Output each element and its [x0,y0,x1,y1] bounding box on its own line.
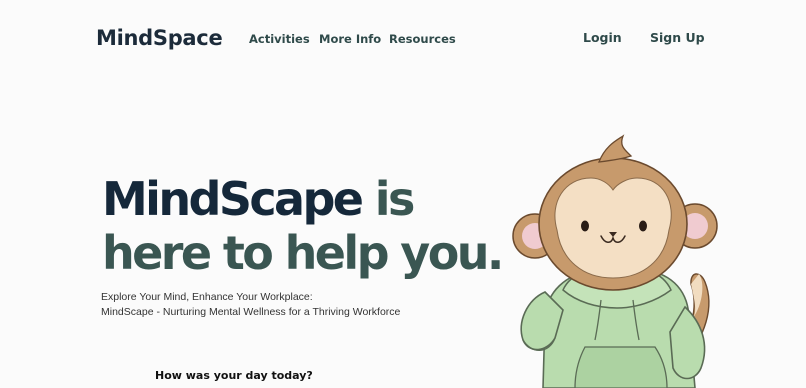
tagline-line1: Explore Your Mind, Enhance Your Workplac… [101,291,313,303]
nav-item-resources[interactable]: Resources [389,32,456,46]
nav-item-activities[interactable]: Activities [249,32,310,46]
hero-title: MindScape is here to help you. [102,172,504,280]
day-question: How was your day today? [155,369,313,382]
tagline-line2: MindScape - Nurturing Mental Wellness fo… [101,306,401,318]
hero-title-is: is [361,172,416,226]
hero-title-brand: MindScape [102,172,364,226]
signup-link[interactable]: Sign Up [650,30,705,45]
monkey-in-hoodie-icon [512,134,718,388]
login-link[interactable]: Login [583,30,622,45]
hero-title-line2: here to help you. [102,226,504,280]
nav-item-more-info[interactable]: More Info [319,32,381,46]
hero-tagline: Explore Your Mind, Enhance Your Workplac… [101,290,400,320]
brand-logo[interactable]: MindSpace [96,26,223,50]
